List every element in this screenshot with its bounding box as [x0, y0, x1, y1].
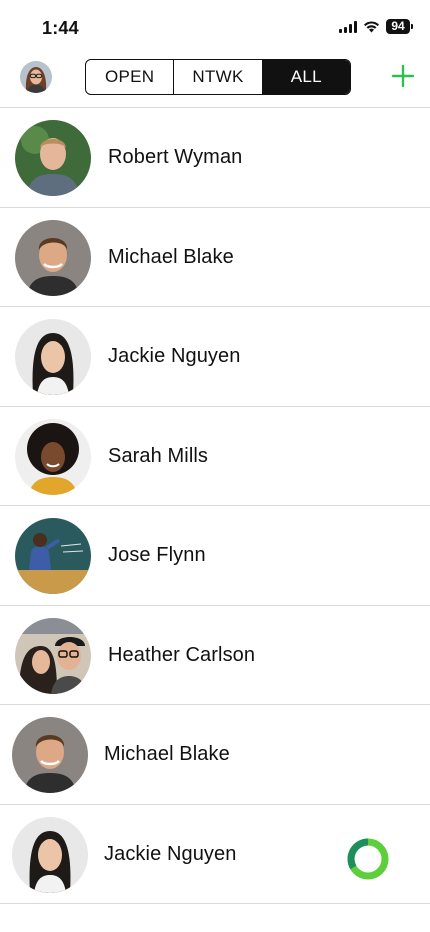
status-time: 1:44: [42, 18, 79, 38]
contact-avatar: [15, 219, 91, 296]
loading-ring-icon: [345, 836, 391, 882]
tab-open[interactable]: OPEN: [86, 60, 175, 94]
contact-row[interactable]: Jackie Nguyen: [0, 307, 430, 407]
add-contact-button[interactable]: [390, 63, 416, 89]
contact-avatar: [12, 816, 88, 893]
contact-name: Jackie Nguyen: [104, 842, 237, 865]
wifi-icon: [363, 20, 380, 33]
profile-avatar[interactable]: [20, 61, 52, 93]
tab-network[interactable]: NTWK: [174, 60, 263, 94]
contact-avatar: [15, 518, 91, 594]
contact-name: Michael Blake: [108, 245, 234, 268]
contact-list: Robert Wyman Michael Blake Jackie Nguyen: [0, 108, 430, 904]
contact-avatar: [15, 617, 91, 694]
contact-avatar: [12, 717, 88, 793]
filter-segmented-control: OPEN NTWK ALL: [85, 59, 351, 95]
cellular-signal-icon: [339, 20, 357, 33]
contact-avatar: [15, 120, 91, 196]
top-nav-bar: OPEN NTWK ALL: [0, 54, 430, 108]
contact-row[interactable]: Sarah Mills: [0, 407, 430, 506]
contact-name: Jackie Nguyen: [108, 345, 241, 367]
contact-row[interactable]: Jose Flynn: [0, 506, 430, 606]
contact-row[interactable]: Heather Carlson: [0, 606, 430, 705]
contact-name: Heather Carlson: [108, 643, 256, 666]
contact-name: Jose Flynn: [108, 544, 206, 566]
tab-all[interactable]: ALL: [262, 60, 350, 94]
contact-avatar: [15, 418, 91, 495]
contact-row[interactable]: Michael Blake: [0, 705, 430, 805]
contact-row[interactable]: Michael Blake: [0, 208, 430, 307]
plus-icon: [391, 64, 415, 88]
battery-icon: 94: [386, 19, 413, 34]
status-icons: 94: [339, 19, 413, 34]
status-bar: 1:44 94: [0, 0, 430, 54]
contact-name: Michael Blake: [104, 743, 230, 765]
contact-name: Sarah Mills: [108, 444, 209, 467]
contact-name: Robert Wyman: [108, 146, 243, 168]
contact-avatar: [15, 319, 91, 395]
contact-row[interactable]: Robert Wyman: [0, 108, 430, 208]
